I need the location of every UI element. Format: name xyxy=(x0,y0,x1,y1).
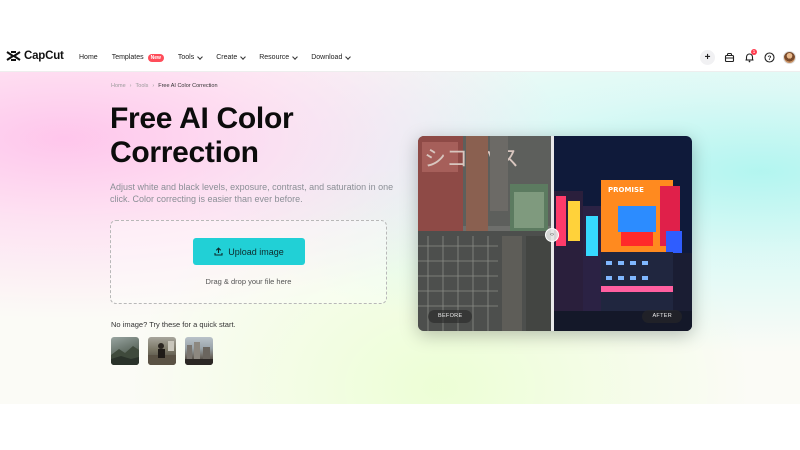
breadcrumb: Home › Tools › Free AI Color Correction xyxy=(111,83,218,89)
upload-icon xyxy=(214,247,223,256)
upload-image-button[interactable]: Upload image xyxy=(193,238,305,265)
sample-prompt: No image? Try these for a quick start. xyxy=(111,320,236,329)
sample-thumbnail xyxy=(111,346,139,365)
sample-images xyxy=(111,337,213,365)
create-new-button[interactable]: + xyxy=(700,50,715,65)
help-icon: ? xyxy=(763,52,775,63)
nav-right-actions: + 1 ? xyxy=(700,43,796,72)
nav-templates[interactable]: Templates New xyxy=(111,53,164,62)
nav-home-label: Home xyxy=(79,54,98,61)
page-subtitle: Adjust white and black levels, exposure,… xyxy=(110,182,394,204)
breadcrumb-tools[interactable]: Tools xyxy=(136,83,149,89)
avatar[interactable] xyxy=(783,51,796,64)
notifications-button[interactable]: 1 xyxy=(743,48,757,64)
nav-tools[interactable]: Tools xyxy=(177,53,204,61)
bag-icon xyxy=(724,52,734,63)
nav-templates-label: Templates xyxy=(111,54,144,61)
nav-download-label: Download xyxy=(311,54,343,61)
nav-resource[interactable]: Resource xyxy=(259,53,299,61)
nav-home[interactable]: Home xyxy=(79,54,98,61)
svg-text:?: ? xyxy=(767,55,771,62)
breadcrumb-current: Free AI Color Correction xyxy=(158,83,218,89)
split-handle-icon[interactable]: ‹› xyxy=(545,228,559,242)
hero-section: Home › Tools › Free AI Color Correction … xyxy=(0,72,800,404)
sample-image-person[interactable] xyxy=(148,337,176,365)
capcut-logo-icon xyxy=(6,51,21,61)
nav-links: Home Templates New Tools Create Resource… xyxy=(79,43,364,72)
nav-tools-label: Tools xyxy=(177,54,195,61)
new-badge: New xyxy=(147,53,164,62)
nav-download[interactable]: Download xyxy=(311,53,352,61)
sample-thumbnail xyxy=(148,341,176,365)
before-after-preview[interactable]: シコ パス PROMISE xyxy=(418,136,692,331)
upload-dropzone[interactable]: Upload image Drag & drop your file here xyxy=(110,220,387,304)
upload-image-label: Upload image xyxy=(228,246,284,257)
breadcrumb-separator: › xyxy=(152,83,155,89)
nav-create[interactable]: Create xyxy=(216,53,247,61)
bottom-blank-area xyxy=(0,404,800,450)
breadcrumb-separator: › xyxy=(129,83,132,89)
drag-drop-hint: Drag & drop your file here xyxy=(205,277,292,286)
chevron-down-icon xyxy=(345,53,352,60)
notification-count-badge: 1 xyxy=(751,48,757,55)
after-label: AFTER xyxy=(642,310,682,323)
chevron-down-icon xyxy=(292,53,299,60)
after-sign-text: PROMISE xyxy=(608,186,644,194)
page-title: Free AI Color Correction xyxy=(110,102,294,169)
capcut-logo[interactable]: CapCut xyxy=(6,50,64,62)
bag-button[interactable] xyxy=(723,52,735,64)
sample-thumbnail xyxy=(185,342,213,365)
top-blank-area xyxy=(0,0,800,43)
sample-image-landscape[interactable] xyxy=(111,337,139,365)
plus-icon: + xyxy=(704,51,711,63)
brand-name: CapCut xyxy=(24,50,64,62)
chevron-down-icon xyxy=(240,53,247,60)
help-button[interactable]: ? xyxy=(763,52,775,64)
breadcrumb-home[interactable]: Home xyxy=(111,83,126,89)
before-label: BEFORE xyxy=(428,310,473,323)
top-navbar: CapCut Home Templates New Tools Create R… xyxy=(0,43,800,72)
nav-create-label: Create xyxy=(216,54,238,61)
chevron-down-icon xyxy=(197,53,204,60)
sample-image-city[interactable] xyxy=(185,337,213,365)
nav-resource-label: Resource xyxy=(259,54,290,61)
